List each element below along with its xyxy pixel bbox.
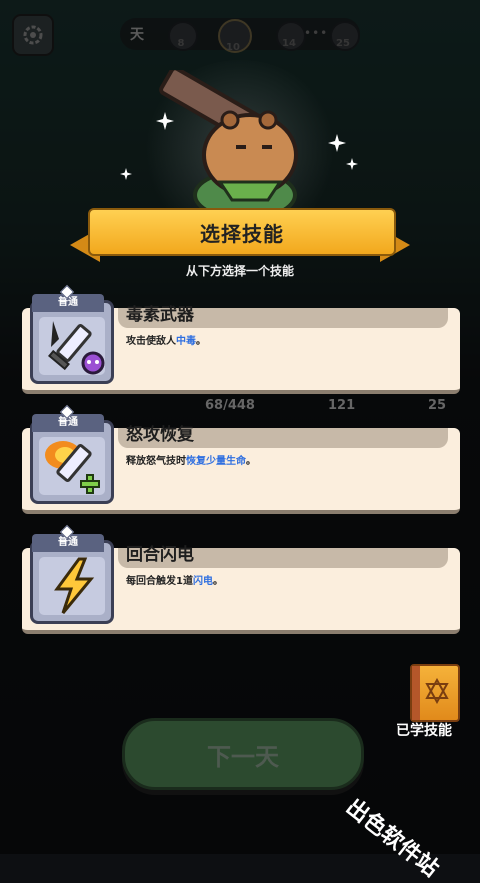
- learned-skills-button[interactable]: [410, 664, 460, 722]
- poison-sword-icon: [48, 321, 105, 375]
- next-day-button[interactable]: 下一天: [122, 718, 364, 790]
- skill-description: 每回合触发1道闪电。: [126, 576, 223, 587]
- star-emblem-icon: [425, 678, 449, 704]
- skill-name: 毒素武器: [126, 305, 194, 325]
- skill-description: 释放怒气技时恢复少量生命。: [126, 456, 256, 467]
- defense-value: 25: [428, 398, 447, 413]
- dialog-subtitle: 从下方选择一个技能: [185, 264, 294, 278]
- learned-skills-label: 已学技能: [396, 723, 452, 739]
- skill-name: 怒攻恢复: [126, 425, 194, 445]
- skill-name: 回合闪电: [126, 545, 194, 565]
- capybara-hero-icon: [159, 70, 298, 220]
- skill-icon-frame: [30, 420, 114, 504]
- next-day-label: 下一天: [207, 742, 279, 771]
- sparkle-icon: [156, 112, 174, 130]
- flame-sword-heal-icon: [45, 441, 100, 494]
- sparkle-icon: [346, 158, 358, 170]
- skill-card-rage-recovery[interactable]: 怒攻恢复 释放怒气技时恢复少量生命。 普通: [22, 404, 460, 514]
- skill-card-round-lightning[interactable]: 回合闪电 每回合触发1道闪电。 普通: [22, 524, 460, 634]
- sparkle-icon: [328, 134, 346, 152]
- title-banner: 选择技能: [88, 208, 396, 256]
- lightning-icon: [54, 557, 95, 614]
- skill-description: 攻击使敌人中毒。: [126, 336, 206, 347]
- hp-value: 68/448: [205, 398, 255, 413]
- skill-icon-frame: [30, 300, 114, 384]
- skill-card-poison-weapon[interactable]: 毒素武器 攻击使敌人中毒。 普通: [22, 284, 460, 394]
- dialog-title: 选择技能: [200, 221, 284, 246]
- attack-value: 121: [328, 398, 356, 413]
- skill-icon-frame: [30, 540, 114, 624]
- sparkle-icon: [120, 168, 132, 180]
